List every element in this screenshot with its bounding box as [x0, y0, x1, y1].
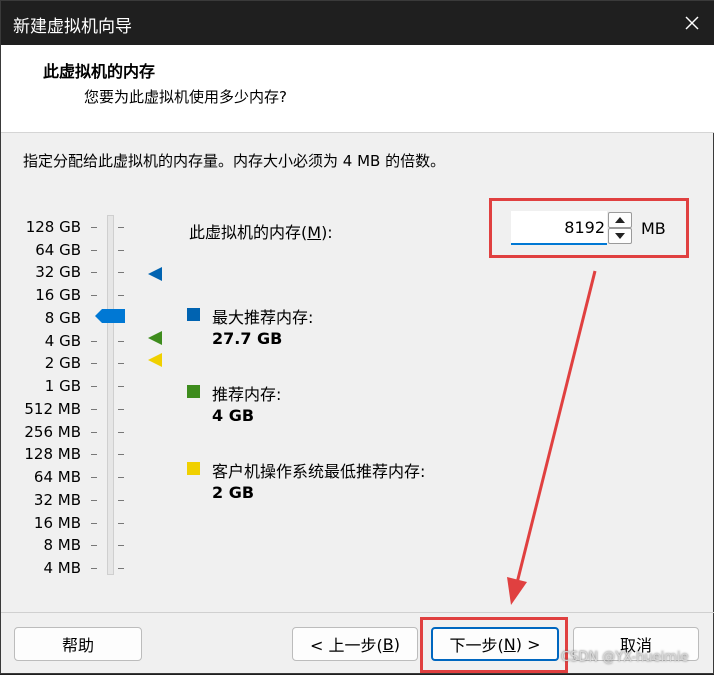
annotation-arrow: [507, 270, 597, 605]
new-vm-wizard-window: 新建虚拟机向导 此虚拟机的内存 您要为此虚拟机使用多少内存? 指定分配给此虚拟机…: [0, 0, 714, 674]
watermark: CSDN @YX-hueimie: [561, 650, 689, 665]
